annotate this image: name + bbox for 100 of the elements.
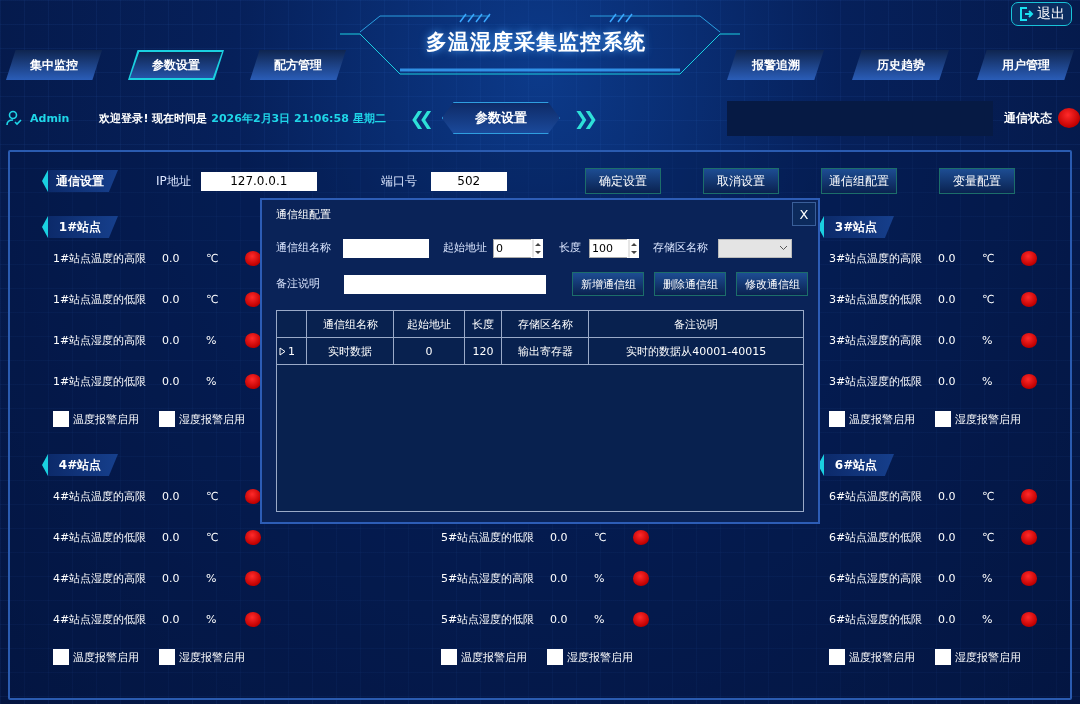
checkbox[interactable] [53,411,69,427]
area-label: 存储区名称 [653,241,708,255]
unit-label: ℃ [982,531,996,544]
limit-label: 4#站点温度的低限 [53,530,148,545]
start-label: 起始地址 [443,241,487,255]
page-title: 参数设置 [441,102,560,134]
column-header: 存储区名称 [501,311,589,338]
table-cell: 0 [393,337,465,365]
limit-label: 1#站点湿度的高限 [53,333,148,348]
checkbox-label: 温度报警启用 [849,649,915,665]
limit-value: 0.0 [938,572,957,585]
note-field[interactable] [344,274,546,294]
previous-button[interactable]: ❮❮ [409,107,428,129]
checkbox[interactable] [935,649,951,665]
length-label: 长度 [559,241,581,255]
table-cell: 输出寄存器 [501,337,589,365]
settings-button[interactable]: 确定设置 [584,168,661,194]
checkbox[interactable] [829,411,845,427]
start-field[interactable]: 0 [493,238,531,258]
unit-label: % [982,613,994,626]
dialog-button[interactable]: 删除通信组 [654,272,726,296]
unit-label: % [206,613,218,626]
dialog-button[interactable]: 修改通信组 [736,272,808,296]
limit-label: 5#站点湿度的低限 [441,612,536,627]
section-badge: 4#站点 [42,454,118,476]
unit-label: % [206,334,218,347]
limit-label: 6#站点温度的高限 [829,489,924,504]
area-dropdown[interactable] [718,238,792,258]
limit-label: 1#站点温度的高限 [53,251,148,266]
welcome-text: 欢迎登录! 现在时间是 [99,110,208,126]
column-header: 通信组名称 [306,311,394,338]
column-header: 备注说明 [588,311,803,338]
port-field[interactable]: 502 [430,171,507,191]
limit-value: 0.0 [162,293,181,306]
nav-tab[interactable]: 用户管理 [977,50,1074,80]
checkbox[interactable] [53,649,69,665]
limit-value: 0.0 [550,613,569,626]
length-field[interactable]: 100 [589,238,627,258]
checkbox-label: 温度报警启用 [461,649,527,665]
checkbox-label: 温度报警启用 [849,411,915,427]
checkbox-label: 湿度报警启用 [955,411,1021,427]
unit-label: % [982,334,994,347]
unit-label: % [594,613,606,626]
unit-label: ℃ [206,490,220,503]
settings-button[interactable]: 变量配置 [938,168,1015,194]
close-button[interactable]: X [792,202,816,226]
spinner-icon[interactable] [627,238,639,258]
chevron-down-icon [779,245,788,251]
limit-value: 0.0 [162,572,181,585]
unit-label: ℃ [206,531,220,544]
checkbox-label: 温度报警启用 [73,411,139,427]
table-cell: 实时数据 [306,337,394,365]
nav-tab[interactable]: 报警追溯 [727,50,824,80]
limit-value: 0.0 [938,252,957,265]
name-field[interactable] [343,238,429,258]
limit-value: 0.0 [938,334,957,347]
section-badge: 6#站点 [818,454,894,476]
section-badge: 1#站点 [42,216,118,238]
unit-label: ℃ [982,490,996,503]
checkbox[interactable] [441,649,457,665]
settings-button[interactable]: 取消设置 [702,168,779,194]
checkbox[interactable] [159,411,175,427]
checkbox-label: 湿度报警启用 [179,411,245,427]
dialog-button[interactable]: 新增通信组 [572,272,644,296]
date-time: 2026年2月3日 21:06:58 星期二 [211,110,386,126]
unit-label: % [594,572,606,585]
note-label: 备注说明 [276,277,320,291]
unit-label: % [206,375,218,388]
limit-value: 0.0 [550,531,569,544]
limit-label: 6#站点温度的低限 [829,530,924,545]
limit-label: 5#站点湿度的高限 [441,571,536,586]
checkbox[interactable] [829,649,845,665]
checkbox[interactable] [159,649,175,665]
checkbox-label: 湿度报警启用 [567,649,633,665]
exit-button[interactable]: 退出 [1011,2,1072,26]
limit-label: 3#站点温度的高限 [829,251,924,266]
unit-label: % [982,572,994,585]
checkbox[interactable] [547,649,563,665]
limit-label: 5#站点温度的低限 [441,530,536,545]
limit-label: 4#站点湿度的高限 [53,571,148,586]
spinner-icon[interactable] [531,238,543,258]
nav-tab[interactable]: 配方管理 [250,50,346,80]
app-title: 多温湿度采集监控系统 [426,29,646,56]
limit-value: 0.0 [938,490,957,503]
checkbox-label: 湿度报警启用 [955,649,1021,665]
unit-label: % [982,375,994,388]
next-button[interactable]: ❯❯ [573,107,592,129]
ip-label: IP地址 [156,172,191,190]
nav-tab[interactable]: 历史趋势 [852,50,949,80]
name-label: 通信组名称 [276,241,331,255]
limit-value: 0.0 [550,572,569,585]
nav-tab[interactable]: 集中监控 [6,50,102,80]
unit-label: ℃ [206,252,220,265]
column-header: 长度 [464,311,502,338]
checkbox[interactable] [935,411,951,427]
nav-tab[interactable]: 参数设置 [128,50,224,80]
ip-field[interactable]: 127.0.0.1 [200,171,317,191]
dialog-title: 通信组配置 [276,206,331,222]
settings-button[interactable]: 通信组配置 [820,168,897,194]
logout-icon [1018,6,1034,22]
